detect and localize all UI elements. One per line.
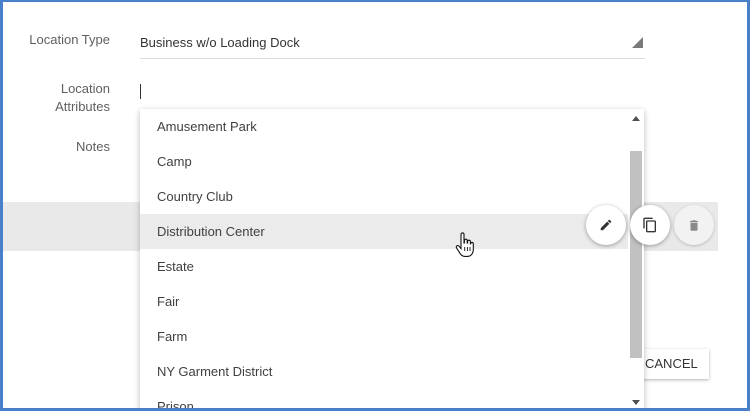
text-caret xyxy=(140,84,141,99)
dropdown-option-prison[interactable]: Prison xyxy=(140,389,628,411)
edit-button[interactable] xyxy=(586,205,626,245)
hand-cursor-icon xyxy=(455,232,475,263)
location-type-select[interactable]: Business w/o Loading Dock xyxy=(140,28,645,59)
location-attributes-label-line2: Attributes xyxy=(55,99,110,114)
location-attributes-dropdown[interactable]: Amusement Park Camp Country Club Distrib… xyxy=(140,109,644,411)
trash-icon xyxy=(689,219,699,231)
dropdown-option-estate[interactable]: Estate xyxy=(140,249,628,284)
dropdown-option-ny-garment-district[interactable]: NY Garment District xyxy=(140,354,628,389)
dropdown-option-country-club[interactable]: Country Club xyxy=(140,179,628,214)
location-attributes-label-line1: Location xyxy=(60,81,110,96)
dropdown-option-fair[interactable]: Fair xyxy=(140,284,628,319)
scroll-down-icon[interactable] xyxy=(632,400,640,405)
copy-icon xyxy=(643,217,656,233)
dropdown-list: Amusement Park Camp Country Club Distrib… xyxy=(140,109,628,411)
delete-button[interactable] xyxy=(674,205,714,245)
location-attributes-label: Location Attributes xyxy=(20,80,110,116)
location-type-value: Business w/o Loading Dock xyxy=(140,35,300,50)
location-attributes-input[interactable] xyxy=(140,78,645,106)
dropdown-option-camp[interactable]: Camp xyxy=(140,144,628,179)
dropdown-option-farm[interactable]: Farm xyxy=(140,319,628,354)
pencil-icon xyxy=(600,219,612,231)
copy-button[interactable] xyxy=(630,205,670,245)
dropdown-option-distribution-center[interactable]: Distribution Center xyxy=(140,214,628,249)
scroll-up-icon[interactable] xyxy=(632,116,640,121)
scrollbar-thumb[interactable] xyxy=(630,151,642,358)
notes-label: Notes xyxy=(76,139,110,154)
dropdown-arrow-icon xyxy=(632,37,643,48)
dropdown-scrollbar[interactable] xyxy=(628,109,644,411)
location-type-label: Location Type xyxy=(29,32,110,47)
cancel-button[interactable]: CANCEL xyxy=(642,349,709,379)
dropdown-option-amusement-park[interactable]: Amusement Park xyxy=(140,109,628,144)
